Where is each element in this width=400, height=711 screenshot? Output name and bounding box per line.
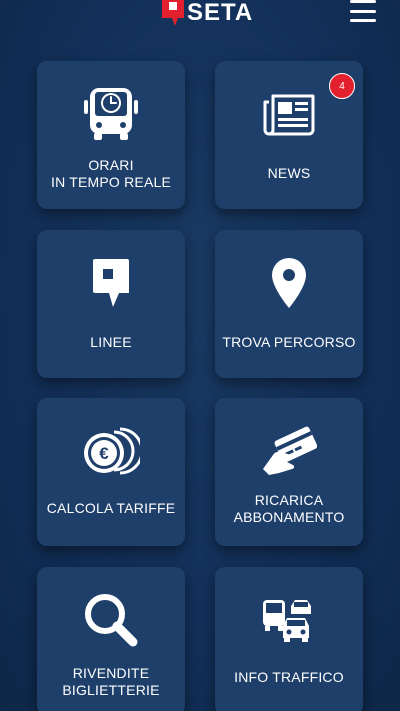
tile-orari-tempo-reale[interactable]: ORARI IN TEMPO REALE — [37, 61, 185, 209]
svg-text:€: € — [99, 444, 109, 463]
tile-rivendite-biglietterie[interactable]: RIVENDITE BIGLIETTERIE — [37, 567, 185, 711]
seta-logo[interactable]: SETA — [161, 0, 253, 28]
tile-news[interactable]: 4 NEWS — [215, 61, 363, 209]
seta-logo-mark-icon — [162, 0, 184, 26]
tile-label: LINEE — [90, 334, 132, 350]
bus-clock-icon — [84, 83, 138, 145]
hamburger-menu-icon[interactable] — [350, 0, 376, 22]
logo-text: SETA — [187, 0, 254, 26]
tile-label: NEWS — [267, 165, 311, 181]
traffic-vehicles-icon — [261, 589, 317, 651]
tile-label: RICARICA ABBONAMENTO — [233, 492, 345, 525]
euro-coins-icon: € — [82, 420, 140, 482]
tile-trova-percorso[interactable]: TROVA PERCORSO — [215, 230, 363, 378]
tile-info-traffico[interactable]: INFO TRAFFICO — [215, 567, 363, 711]
app-screen: SETA ORARI IN TEMPO REALE 4 NEWS LINEE T… — [0, 0, 400, 711]
magnifier-icon — [83, 589, 139, 651]
tile-label: TROVA PERCORSO — [222, 334, 356, 350]
bus-stop-sign-icon — [91, 252, 131, 314]
tile-ricarica-abbonamento[interactable]: RICARICA ABBONAMENTO — [215, 398, 363, 546]
tile-label: CALCOLA TARIFFE — [46, 500, 176, 516]
tile-label: INFO TRAFFICO — [234, 669, 344, 685]
tile-label: ORARI IN TEMPO REALE — [50, 157, 172, 190]
card-in-hand-icon — [261, 420, 317, 482]
tile-calcola-tariffe[interactable]: € CALCOLA TARIFFE — [37, 398, 185, 546]
top-bar: SETA — [0, 0, 400, 40]
tile-label: RIVENDITE BIGLIETTERIE — [62, 665, 160, 698]
notification-badge: 4 — [329, 73, 355, 99]
newspaper-icon — [261, 83, 317, 145]
tile-linee[interactable]: LINEE — [37, 230, 185, 378]
map-pin-icon — [270, 252, 308, 314]
